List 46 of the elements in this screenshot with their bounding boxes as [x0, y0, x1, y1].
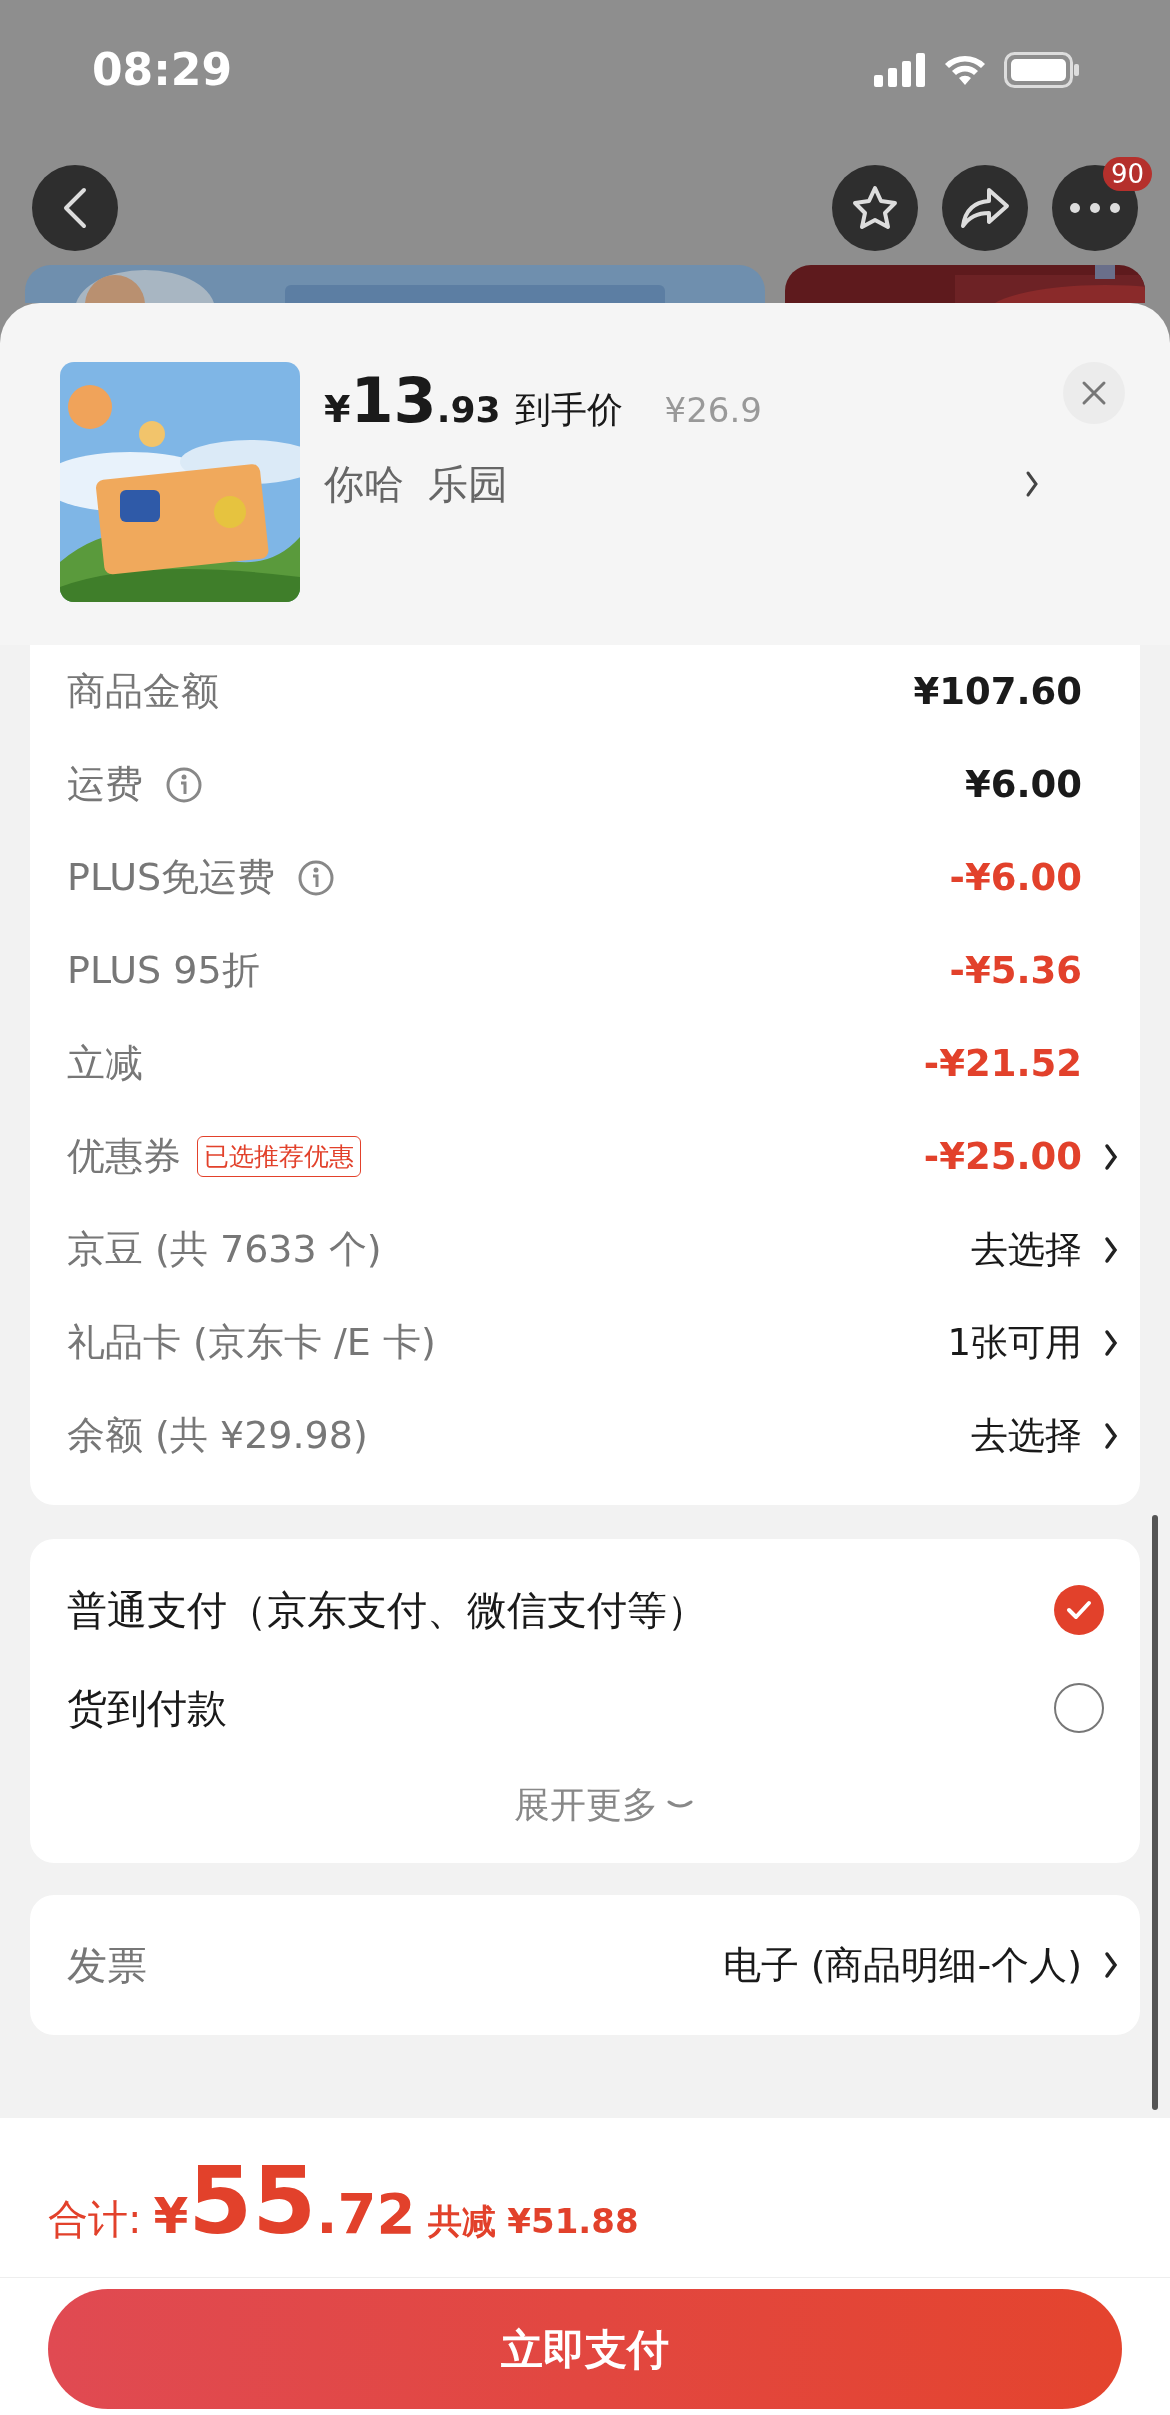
fee-action[interactable]: 去选择: [971, 1221, 1082, 1278]
fee-amount: -¥6.00: [949, 854, 1082, 901]
fee-label: 礼品卡 (京东卡 /E 卡): [67, 1319, 436, 1366]
notification-badge: 90: [1102, 157, 1152, 191]
original-price: ¥26.9: [664, 389, 762, 432]
payment-option-label: 普通支付（京东支付、微信支付等）: [67, 1586, 707, 1635]
pay-now-button[interactable]: 立即支付: [48, 2289, 1122, 2409]
fee-action[interactable]: 1张可用: [947, 1314, 1082, 1371]
payment-option-label: 货到付款: [67, 1684, 227, 1733]
status-time: 08:29: [92, 43, 233, 97]
expand-more-link[interactable]: 展开更多: [513, 1778, 694, 1832]
invoice-label: 发票: [67, 1941, 147, 1990]
invoice-value[interactable]: 电子 (商品明细-个人): [722, 1936, 1082, 1994]
close-icon: [1081, 380, 1107, 406]
check-icon: [1066, 1600, 1092, 1620]
fee-label: 优惠券: [67, 1133, 181, 1180]
more-icon: [1070, 203, 1120, 213]
chevron-right-icon: [1104, 1951, 1118, 1979]
fee-label: 京豆 (共 7633 个): [67, 1226, 382, 1273]
radio-button[interactable]: [1054, 1585, 1104, 1635]
fee-amount: -¥25.00: [923, 1133, 1082, 1180]
battery-icon: [1004, 52, 1080, 88]
deal-price: ¥13.93: [324, 370, 501, 438]
fee-amount: -¥21.52: [923, 1040, 1082, 1087]
share-icon: [959, 186, 1011, 230]
fee-amount: -¥5.36: [949, 947, 1082, 994]
total-savings: 共减 ¥51.88: [427, 2200, 639, 2243]
fee-label: PLUS免运费: [67, 854, 276, 901]
fee-amount: ¥6.00: [964, 761, 1082, 808]
total-label: 合计:: [48, 2195, 142, 2244]
fee-label: 余额 (共 ¥29.98): [67, 1412, 368, 1459]
fee-label: 立减: [67, 1040, 143, 1087]
spec-text: 乐园: [428, 460, 508, 509]
radio-button[interactable]: [1054, 1683, 1104, 1733]
price-label: 到手价: [514, 388, 623, 432]
fee-label: PLUS 95折: [67, 947, 260, 994]
signal-icon: [874, 53, 926, 87]
star-icon: [850, 184, 900, 232]
fee-label: 商品金额: [67, 668, 219, 715]
spec-text: 你哈: [324, 460, 404, 509]
recommended-tag: 已选推荐优惠: [197, 1135, 361, 1178]
total-price: ¥55.72: [152, 2156, 416, 2256]
chevron-right-icon: [1025, 470, 1039, 498]
fee-amount: ¥107.60: [913, 668, 1082, 715]
fee-label: 运费: [67, 761, 143, 808]
fee-action[interactable]: 去选择: [971, 1407, 1082, 1464]
